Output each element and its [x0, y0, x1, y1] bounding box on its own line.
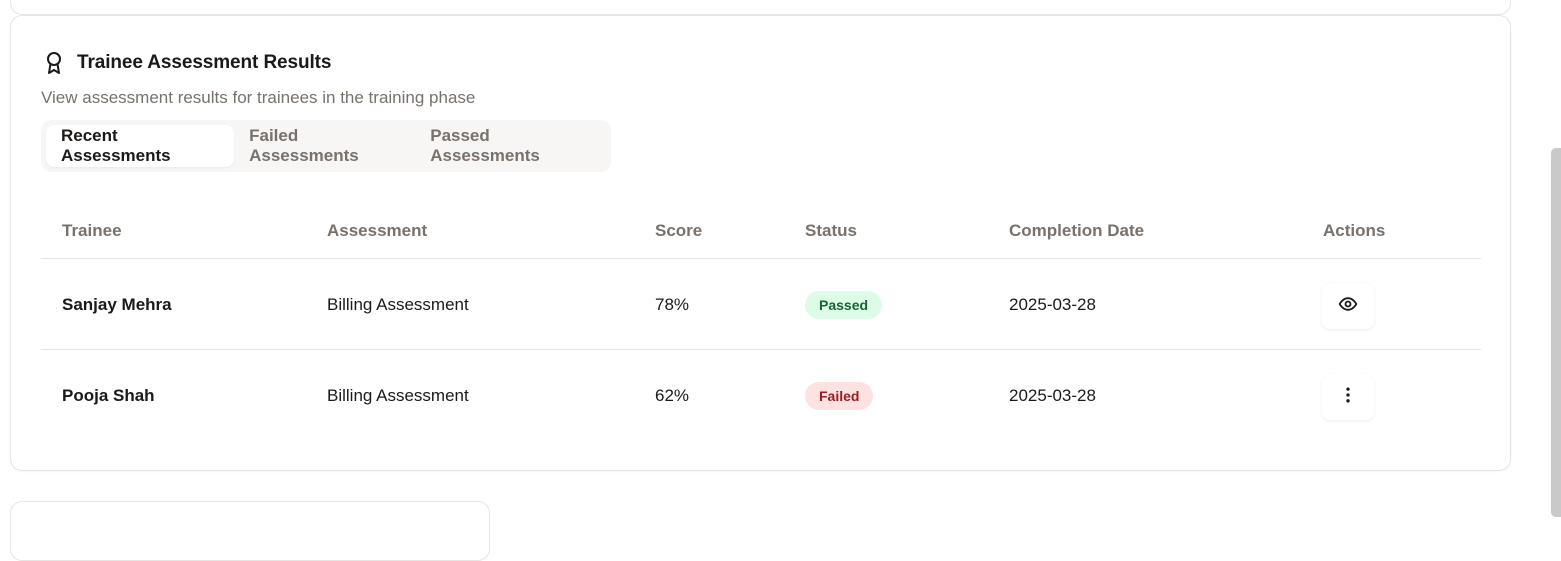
trainee-assessment-results-card: Trainee Assessment Results View assessme… [10, 15, 1511, 471]
card-subtitle: View assessment results for trainees in … [41, 88, 476, 107]
table-row: Pooja Shah Billing Assessment 62% Failed… [41, 350, 1481, 441]
status-badge: Passed [805, 291, 883, 319]
award-icon [43, 51, 65, 75]
completion-date: 2025-03-28 [1009, 386, 1096, 405]
header-assessment[interactable]: Assessment [327, 221, 427, 241]
assessment-tabs: Recent Assessments Failed Assessments Pa… [41, 120, 611, 172]
more-actions-button[interactable] [1322, 374, 1374, 420]
card-header: Trainee Assessment Results [43, 51, 331, 75]
table-row: Sanjay Mehra Billing Assessment 78% Pass… [41, 259, 1481, 350]
card-title: Trainee Assessment Results [77, 52, 332, 73]
status-badge: Failed [805, 382, 874, 410]
assessment-table: Trainee Assessment Score Status Completi… [41, 201, 1481, 441]
assessment-name: Billing Assessment [327, 295, 469, 314]
tab-passed-assessments[interactable]: Passed Assessments [415, 125, 606, 167]
header-status[interactable]: Status [805, 221, 857, 241]
previous-card [10, 0, 1511, 15]
trainee-name: Sanjay Mehra [62, 295, 172, 314]
header-completion-date[interactable]: Completion Date [1009, 221, 1144, 241]
tab-recent-assessments[interactable]: Recent Assessments [46, 125, 235, 167]
more-vertical-icon [1338, 385, 1358, 410]
score-value: 78% [655, 295, 690, 314]
header-score[interactable]: Score [655, 221, 702, 241]
view-button[interactable] [1322, 283, 1374, 329]
scrollbar-thumb[interactable] [1551, 148, 1561, 517]
eye-icon [1338, 294, 1358, 319]
score-value: 62% [655, 386, 690, 405]
next-card [10, 501, 490, 561]
table-header: Trainee Assessment Score Status Completi… [41, 201, 1481, 259]
assessment-name: Billing Assessment [327, 386, 469, 405]
completion-date: 2025-03-28 [1009, 295, 1096, 314]
header-actions: Actions [1323, 221, 1386, 240]
header-trainee[interactable]: Trainee [62, 221, 122, 241]
tab-failed-assessments[interactable]: Failed Assessments [234, 125, 415, 167]
trainee-name: Pooja Shah [62, 386, 155, 405]
